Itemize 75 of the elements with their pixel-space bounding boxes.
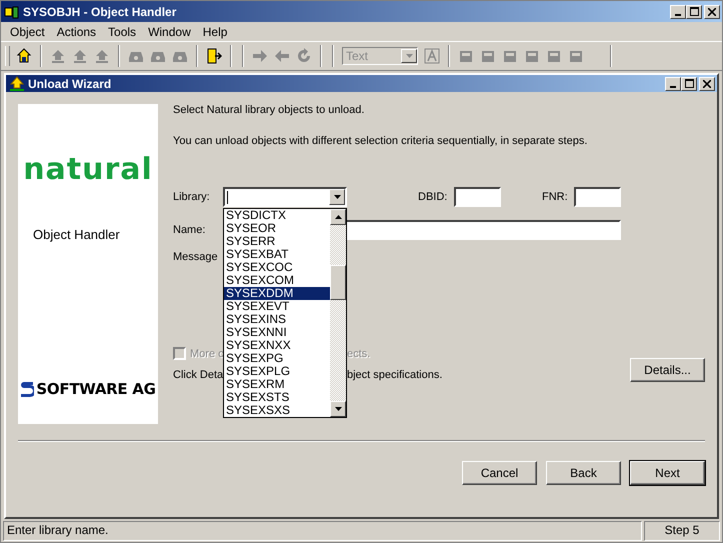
dropdown-option[interactable]: SYSDICTX (224, 209, 330, 222)
wizard-button[interactable]: Next (630, 461, 705, 485)
upload-icon[interactable] (50, 48, 66, 64)
app-icon (4, 4, 20, 20)
checkbox-label: More c (190, 348, 223, 360)
details-button[interactable]: Details... (630, 358, 705, 382)
door-icon[interactable] (206, 48, 222, 64)
left-arrow-icon[interactable] (274, 48, 290, 64)
format-icon[interactable] (424, 48, 440, 64)
checkbox-label: ects. (347, 348, 370, 360)
wizard-title: Unload Wizard (28, 76, 112, 90)
close-icon (703, 80, 711, 88)
caret-icon (406, 54, 412, 58)
instruction-text: You can unload objects with different selection criteria sequentially, in separate steps. (173, 135, 588, 147)
status-message: Enter library name. (3, 521, 642, 541)
upload-icon (9, 76, 25, 92)
maximize-icon (690, 7, 698, 16)
company-logo: SOFTWARE AG (36, 380, 156, 398)
field-label: Name: (173, 224, 206, 236)
dropdown-option[interactable]: SYSEXPLG (224, 365, 330, 378)
dropdown-option[interactable]: SYSEXPG (224, 352, 330, 365)
step-indicator: Step 5 (644, 521, 720, 541)
dropdown-option[interactable]: SYSEXINS (224, 313, 330, 326)
refresh-icon[interactable] (296, 48, 312, 64)
dropdown-option[interactable]: SYSERR (224, 235, 330, 248)
dropdown-option[interactable]: SYSEXRM (224, 378, 330, 391)
close-button[interactable] (704, 4, 720, 18)
field-label: FNR: (542, 191, 569, 203)
field-label: Message (173, 251, 219, 263)
minimize-button[interactable] (670, 4, 686, 18)
menu-item[interactable]: Help (196, 24, 234, 38)
instruction-text: Select Natural library objects to unload. (173, 104, 366, 116)
dropdown-option[interactable]: SYSEXSXS (224, 404, 330, 417)
menu-item[interactable]: Object (4, 24, 51, 38)
dropdown-option[interactable]: SYSEXDDM (224, 287, 330, 300)
wizard-button[interactable]: Cancel (462, 461, 537, 485)
maximize-icon (684, 79, 694, 88)
minimize-icon (670, 86, 676, 88)
dropdown-option[interactable]: SYSEXEVT (224, 300, 330, 313)
right-arrow-icon[interactable] (252, 48, 268, 64)
dropdown-option[interactable]: SYSEXCOC (224, 261, 330, 274)
down-arrow-icon (334, 407, 342, 411)
scroll-thumb[interactable] (330, 265, 346, 300)
minimize-icon (675, 14, 681, 16)
hint-text: Click Deta (173, 369, 223, 381)
dropdown-option[interactable]: SYSEXNNI (224, 326, 330, 339)
window-title: SYSOBJH - Object Handler (23, 4, 176, 18)
dropdown-option[interactable]: SYSEXBAT (224, 248, 330, 261)
menu-item[interactable]: Window (142, 24, 197, 38)
maximize-button[interactable] (681, 76, 697, 90)
up-arrow-icon (334, 215, 342, 219)
menu-item[interactable]: Actions (50, 24, 102, 38)
dropdown-option[interactable]: SYSEXNXX (224, 339, 330, 352)
s-logo-icon (20, 380, 34, 398)
house-icon[interactable] (16, 48, 32, 64)
dropdown-option[interactable]: SYSEOR (224, 222, 330, 235)
fnr-field[interactable] (574, 187, 621, 207)
hint-text: bject specifications. (347, 369, 442, 381)
library-combobox[interactable] (223, 187, 347, 207)
natural-logo: natural (23, 152, 153, 187)
close-button[interactable] (699, 76, 715, 90)
minimize-button[interactable] (665, 76, 681, 90)
field-label: DBID: (418, 191, 448, 203)
close-icon (708, 8, 716, 16)
field-label: Library: (173, 191, 211, 203)
product-name: Object Handler (33, 227, 120, 242)
dropdown-option[interactable]: SYSEXCOM (224, 274, 330, 287)
menu-item[interactable]: Tools (102, 24, 142, 38)
caret-icon (334, 195, 340, 199)
dbid-field[interactable] (454, 187, 501, 207)
maximize-button[interactable] (686, 4, 702, 18)
scrollbar[interactable] (330, 209, 346, 417)
dropdown-option[interactable]: SYSEXSTS (224, 391, 330, 404)
wizard-button[interactable]: Back (546, 461, 621, 485)
upload-icon[interactable] (72, 48, 88, 64)
